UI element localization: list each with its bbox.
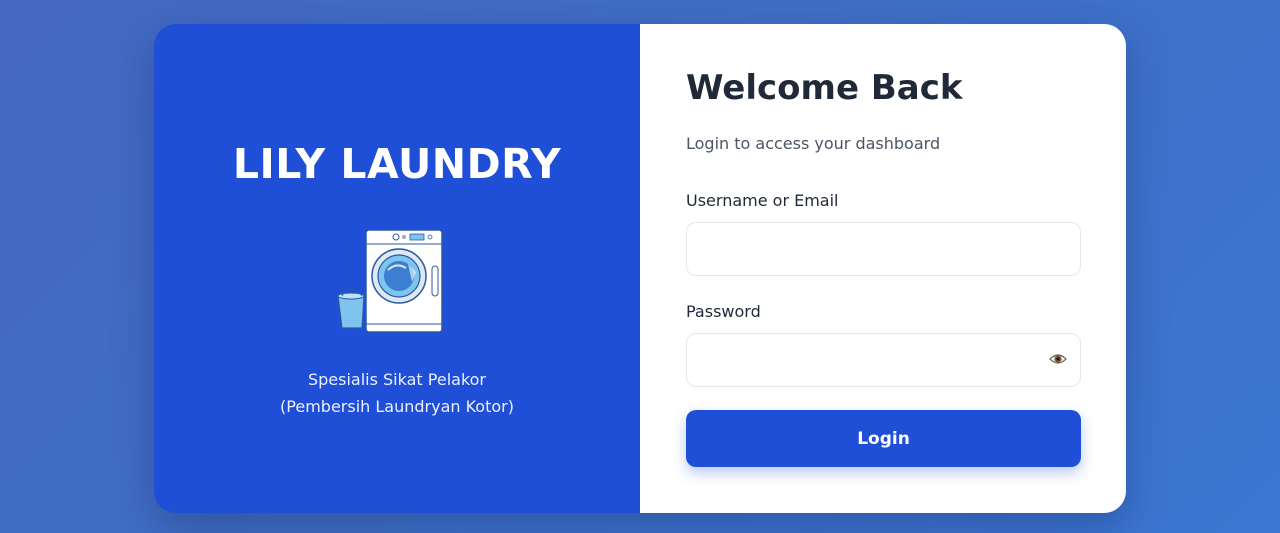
password-input[interactable] (686, 333, 1081, 387)
tagline-line-2: (Pembersih Laundryan Kotor) (280, 397, 514, 416)
tagline-line-1: Spesialis Sikat Pelakor (307, 370, 487, 389)
username-input[interactable] (686, 222, 1081, 276)
brand-panel: LILY LAUNDRY Spesialis Sikat Pelakor (Pe… (154, 24, 640, 513)
eye-icon[interactable] (1049, 350, 1067, 368)
page-title: Welcome Back (686, 68, 963, 108)
page-subtitle: Login to access your dashboard (686, 134, 941, 153)
username-label: Username or Email (686, 191, 839, 210)
login-card: LILY LAUNDRY Spesialis Sikat Pelakor (Pe… (154, 24, 1126, 513)
brand-tagline: Spesialis Sikat Pelakor (Pembersih Laund… (154, 366, 640, 420)
login-form-panel: Welcome Back Login to access your dashbo… (640, 24, 1126, 513)
login-button[interactable]: Login (686, 410, 1081, 467)
washing-machine-illustration (337, 229, 443, 333)
password-label: Password (686, 302, 761, 321)
brand-name: LILY LAUNDRY (232, 140, 562, 188)
